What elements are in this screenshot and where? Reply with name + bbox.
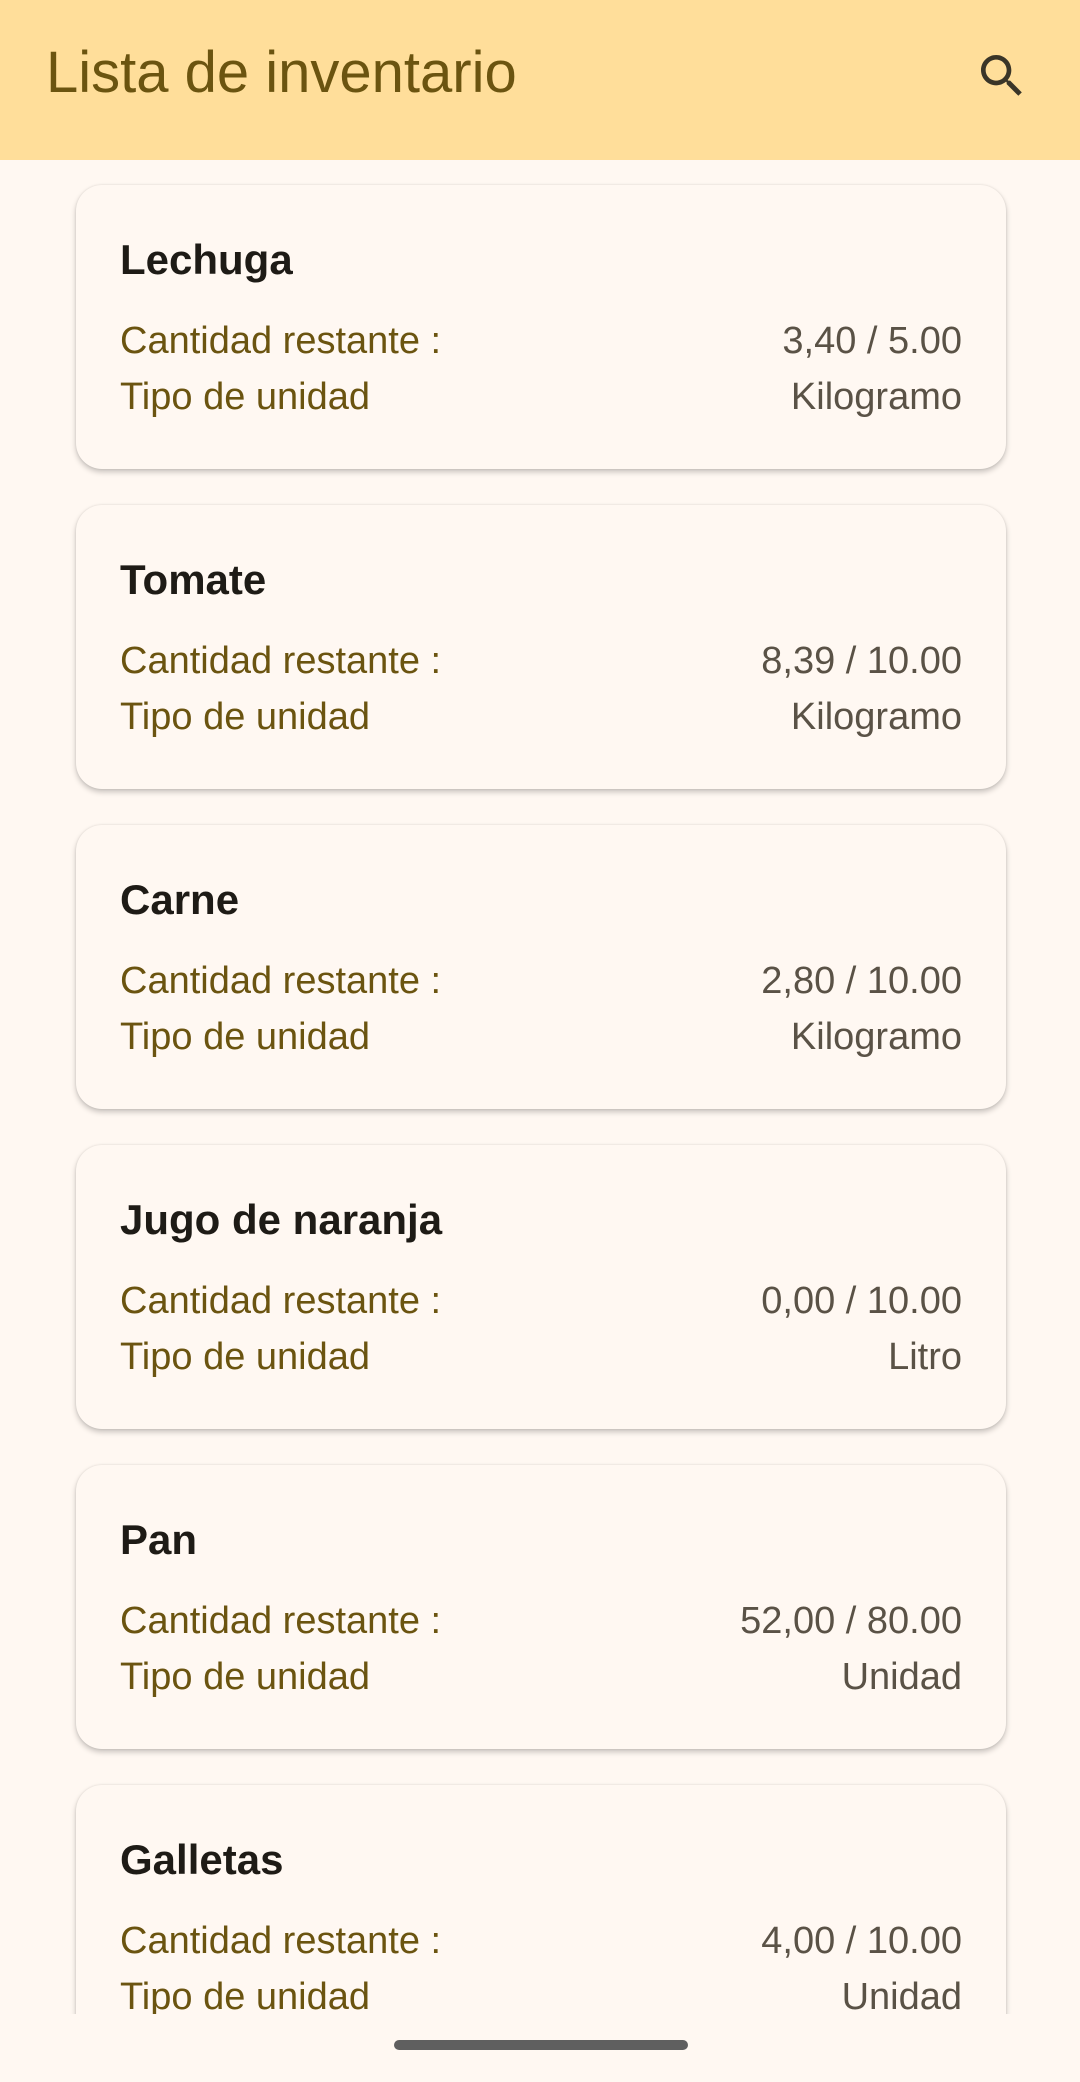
inventory-card[interactable]: Carne Cantidad restante : 2,80 / 10.00 T… [76, 825, 1006, 1109]
quantity-value: 8,39 / 10.00 [761, 640, 962, 682]
quantity-label: Cantidad restante : [120, 1920, 442, 1962]
unit-type-label: Tipo de unidad [120, 696, 371, 738]
quantity-value: 3,40 / 5.00 [782, 320, 962, 362]
unit-type-label: Tipo de unidad [120, 1656, 371, 1698]
unit-type-value: Litro [888, 1336, 962, 1378]
unit-type-label: Tipo de unidad [120, 1016, 371, 1058]
home-indicator[interactable] [394, 2040, 688, 2050]
inventory-card[interactable]: Jugo de naranja Cantidad restante : 0,00… [76, 1145, 1006, 1429]
quantity-value: 0,00 / 10.00 [761, 1280, 962, 1322]
item-name: Lechuga [120, 236, 293, 283]
item-name: Pan [120, 1516, 198, 1563]
item-name: Galletas [120, 1836, 284, 1883]
unit-type-value: Kilogramo [790, 1016, 962, 1058]
unit-type-value: Kilogramo [790, 376, 962, 418]
inventory-list[interactable]: Lechuga Cantidad restante : 3,40 / 5.00 … [0, 160, 1080, 2014]
search-icon [981, 55, 1022, 96]
unit-type-label: Tipo de unidad [120, 1976, 371, 2014]
quantity-value: 2,80 / 10.00 [761, 960, 962, 1002]
inventory-card[interactable]: Tomate Cantidad restante : 8,39 / 10.00 … [76, 505, 1006, 789]
unit-type-label: Tipo de unidad [120, 376, 371, 418]
quantity-label: Cantidad restante : [120, 640, 442, 682]
page-title: Lista de inventario [46, 40, 517, 105]
quantity-value: 4,00 / 10.00 [761, 1920, 962, 1962]
unit-type-value: Kilogramo [790, 696, 962, 738]
quantity-label: Cantidad restante : [120, 1600, 442, 1642]
top-app-bar: Lista de inventario [0, 0, 1080, 160]
quantity-label: Cantidad restante : [120, 320, 442, 362]
item-name: Tomate [120, 556, 267, 603]
inventory-card[interactable]: Galletas Cantidad restante : 4,00 / 10.0… [76, 1785, 1006, 2014]
inventory-card[interactable]: Lechuga Cantidad restante : 3,40 / 5.00 … [76, 185, 1006, 469]
search-button[interactable] [966, 40, 1038, 112]
unit-type-label: Tipo de unidad [120, 1336, 371, 1378]
quantity-value: 52,00 / 80.00 [740, 1600, 962, 1642]
quantity-label: Cantidad restante : [120, 1280, 442, 1322]
quantity-label: Cantidad restante : [120, 960, 442, 1002]
unit-type-value: Unidad [841, 1976, 962, 2014]
unit-type-value: Unidad [841, 1656, 962, 1698]
inventory-card[interactable]: Pan Cantidad restante : 52,00 / 80.00 Ti… [76, 1465, 1006, 1749]
item-name: Carne [120, 876, 240, 923]
item-name: Jugo de naranja [120, 1196, 443, 1243]
